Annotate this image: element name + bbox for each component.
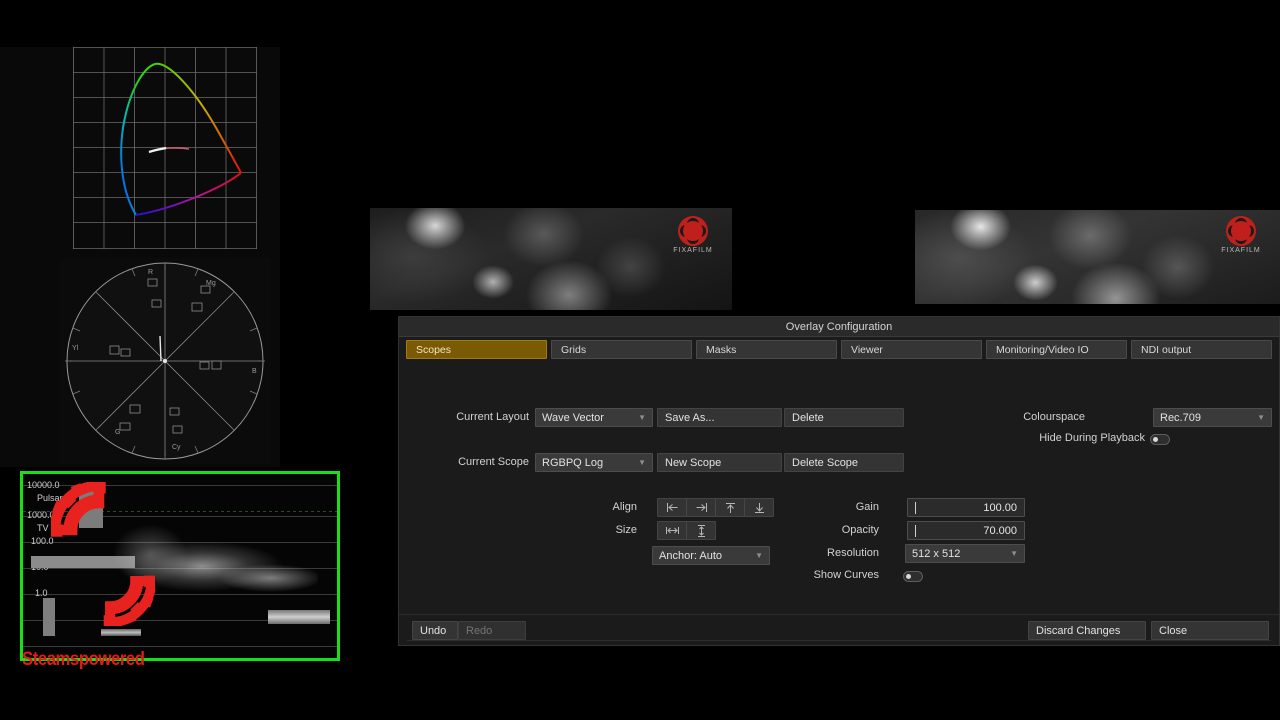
current-layout-value: Wave Vector	[542, 412, 634, 424]
resolution-label: Resolution	[799, 547, 879, 559]
tab-scopes[interactable]: Scopes	[406, 340, 547, 359]
colourspace-select[interactable]: Rec.709 ▼	[1153, 408, 1272, 427]
vectorscope[interactable]: R Mg B Cy G Yl	[60, 258, 270, 464]
waveform-label-6: 1.0	[35, 588, 48, 598]
hide-during-playback-toggle[interactable]	[1150, 431, 1170, 449]
waveform-label-3: TV	[37, 523, 49, 533]
save-as-button[interactable]: Save As...	[657, 408, 782, 427]
resolution-value: 512 x 512	[912, 548, 1006, 560]
close-button[interactable]: Close	[1151, 621, 1269, 640]
opacity-label: Opacity	[799, 524, 879, 536]
dialog-title: Overlay Configuration	[786, 321, 892, 333]
colourspace-label: Colourspace	[999, 411, 1085, 423]
align-label: Align	[577, 501, 637, 513]
tab-bar: Scopes Grids Masks Viewer Monitoring/Vid…	[399, 337, 1279, 361]
tab-ndi-output[interactable]: NDI output	[1131, 340, 1272, 359]
tab-monitoring-video-io-label: Monitoring/Video IO	[996, 344, 1089, 356]
redo-label: Redo	[466, 625, 492, 637]
show-curves-toggle[interactable]	[903, 568, 923, 586]
footer-underline	[407, 640, 1271, 641]
current-scope-select[interactable]: RGBPQ Log ▼	[535, 453, 653, 472]
opacity-value: 70.000	[920, 525, 1017, 537]
steamspowered-watermark: Steamspowered	[22, 649, 145, 671]
fixafilm-logo-right: FIXAFILM	[1218, 216, 1264, 254]
size-label: Size	[577, 524, 637, 536]
tab-ndi-output-label: NDI output	[1141, 344, 1191, 356]
chevron-down-icon: ▼	[638, 458, 646, 467]
align-button-group	[657, 498, 774, 517]
video-preview-right[interactable]: FIXAFILM	[915, 202, 1280, 314]
colourspace-value: Rec.709	[1160, 412, 1253, 424]
tab-masks-label: Masks	[706, 344, 736, 356]
svg-text:B: B	[252, 368, 257, 375]
cie-chromaticity-scope[interactable]	[73, 47, 257, 249]
current-layout-select[interactable]: Wave Vector ▼	[535, 408, 653, 427]
opacity-input[interactable]: 70.000	[907, 521, 1025, 540]
anchor-value: Anchor: Auto	[659, 550, 751, 562]
waveform-scope[interactable]: 10000.0 Pulsar 1000.0 TV 100.0 10.0 1.0	[20, 471, 340, 661]
align-left-icon[interactable]	[658, 499, 687, 516]
current-layout-label: Current Layout	[429, 411, 529, 423]
redo-button[interactable]: Redo	[458, 621, 526, 640]
tab-viewer[interactable]: Viewer	[841, 340, 982, 359]
tab-monitoring-video-io[interactable]: Monitoring/Video IO	[986, 340, 1127, 359]
discard-changes-label: Discard Changes	[1036, 625, 1120, 637]
dialog-footer: Undo Redo Discard Changes Close	[399, 615, 1279, 645]
svg-text:Yl: Yl	[72, 345, 79, 352]
align-top-icon[interactable]	[716, 499, 745, 516]
undo-label: Undo	[420, 625, 446, 637]
delete-layout-button[interactable]: Delete	[784, 408, 904, 427]
svg-text:Mg: Mg	[206, 280, 216, 287]
dialog-body: Current Layout Wave Vector ▼ Save As... …	[399, 361, 1279, 613]
dialog-titlebar[interactable]: Overlay Configuration	[399, 317, 1279, 337]
overlay-configuration-dialog: Overlay Configuration Scopes Grids Masks…	[398, 316, 1280, 646]
tab-viewer-label: Viewer	[851, 344, 883, 356]
gain-label: Gain	[799, 501, 879, 513]
current-scope-value: RGBPQ Log	[542, 457, 634, 469]
delete-scope-label: Delete Scope	[792, 457, 858, 469]
tab-grids-label: Grids	[561, 344, 586, 356]
current-scope-label: Current Scope	[429, 456, 529, 468]
film-reel-icon-right	[1226, 216, 1256, 246]
tab-masks[interactable]: Masks	[696, 340, 837, 359]
size-horizontal-icon[interactable]	[658, 522, 687, 539]
chevron-down-icon: ▼	[638, 413, 646, 422]
resolution-select[interactable]: 512 x 512 ▼	[905, 544, 1025, 563]
chevron-down-icon: ▼	[755, 551, 763, 560]
close-label: Close	[1159, 625, 1187, 637]
align-bottom-icon[interactable]	[745, 499, 773, 516]
undo-button[interactable]: Undo	[412, 621, 458, 640]
save-as-label: Save As...	[665, 412, 715, 424]
text-cursor	[915, 525, 916, 537]
align-right-icon[interactable]	[687, 499, 716, 516]
tab-scopes-label: Scopes	[416, 344, 451, 356]
text-cursor	[915, 502, 916, 514]
chevron-down-icon: ▼	[1257, 413, 1265, 422]
film-reel-icon	[678, 216, 708, 246]
size-vertical-icon[interactable]	[687, 522, 715, 539]
size-button-group	[657, 521, 716, 540]
tab-grids[interactable]: Grids	[551, 340, 692, 359]
fixafilm-label-right: FIXAFILM	[1218, 247, 1264, 254]
new-scope-label: New Scope	[665, 457, 721, 469]
gain-value: 100.00	[920, 502, 1017, 514]
anchor-select[interactable]: Anchor: Auto ▼	[652, 546, 770, 565]
fixafilm-logo: FIXAFILM	[670, 216, 716, 254]
new-scope-button[interactable]: New Scope	[657, 453, 782, 472]
desktop-background: R Mg B Cy G Yl 10000.0 Pulsar 1000.0 T	[0, 0, 1280, 720]
svg-text:R: R	[148, 269, 153, 276]
svg-text:G: G	[115, 429, 120, 436]
show-curves-label: Show Curves	[779, 569, 879, 581]
waveform-canvas: 10000.0 Pulsar 1000.0 TV 100.0 10.0 1.0	[23, 474, 337, 658]
delete-layout-label: Delete	[792, 412, 824, 424]
chevron-down-icon: ▼	[1010, 549, 1018, 558]
svg-text:Cy: Cy	[172, 444, 181, 451]
delete-scope-button[interactable]: Delete Scope	[784, 453, 904, 472]
fixafilm-label: FIXAFILM	[670, 247, 716, 254]
discard-changes-button[interactable]: Discard Changes	[1028, 621, 1146, 640]
hide-during-playback-label: Hide During Playback	[975, 432, 1145, 444]
video-preview-left[interactable]: FIXAFILM	[370, 202, 732, 310]
gain-input[interactable]: 100.00	[907, 498, 1025, 517]
